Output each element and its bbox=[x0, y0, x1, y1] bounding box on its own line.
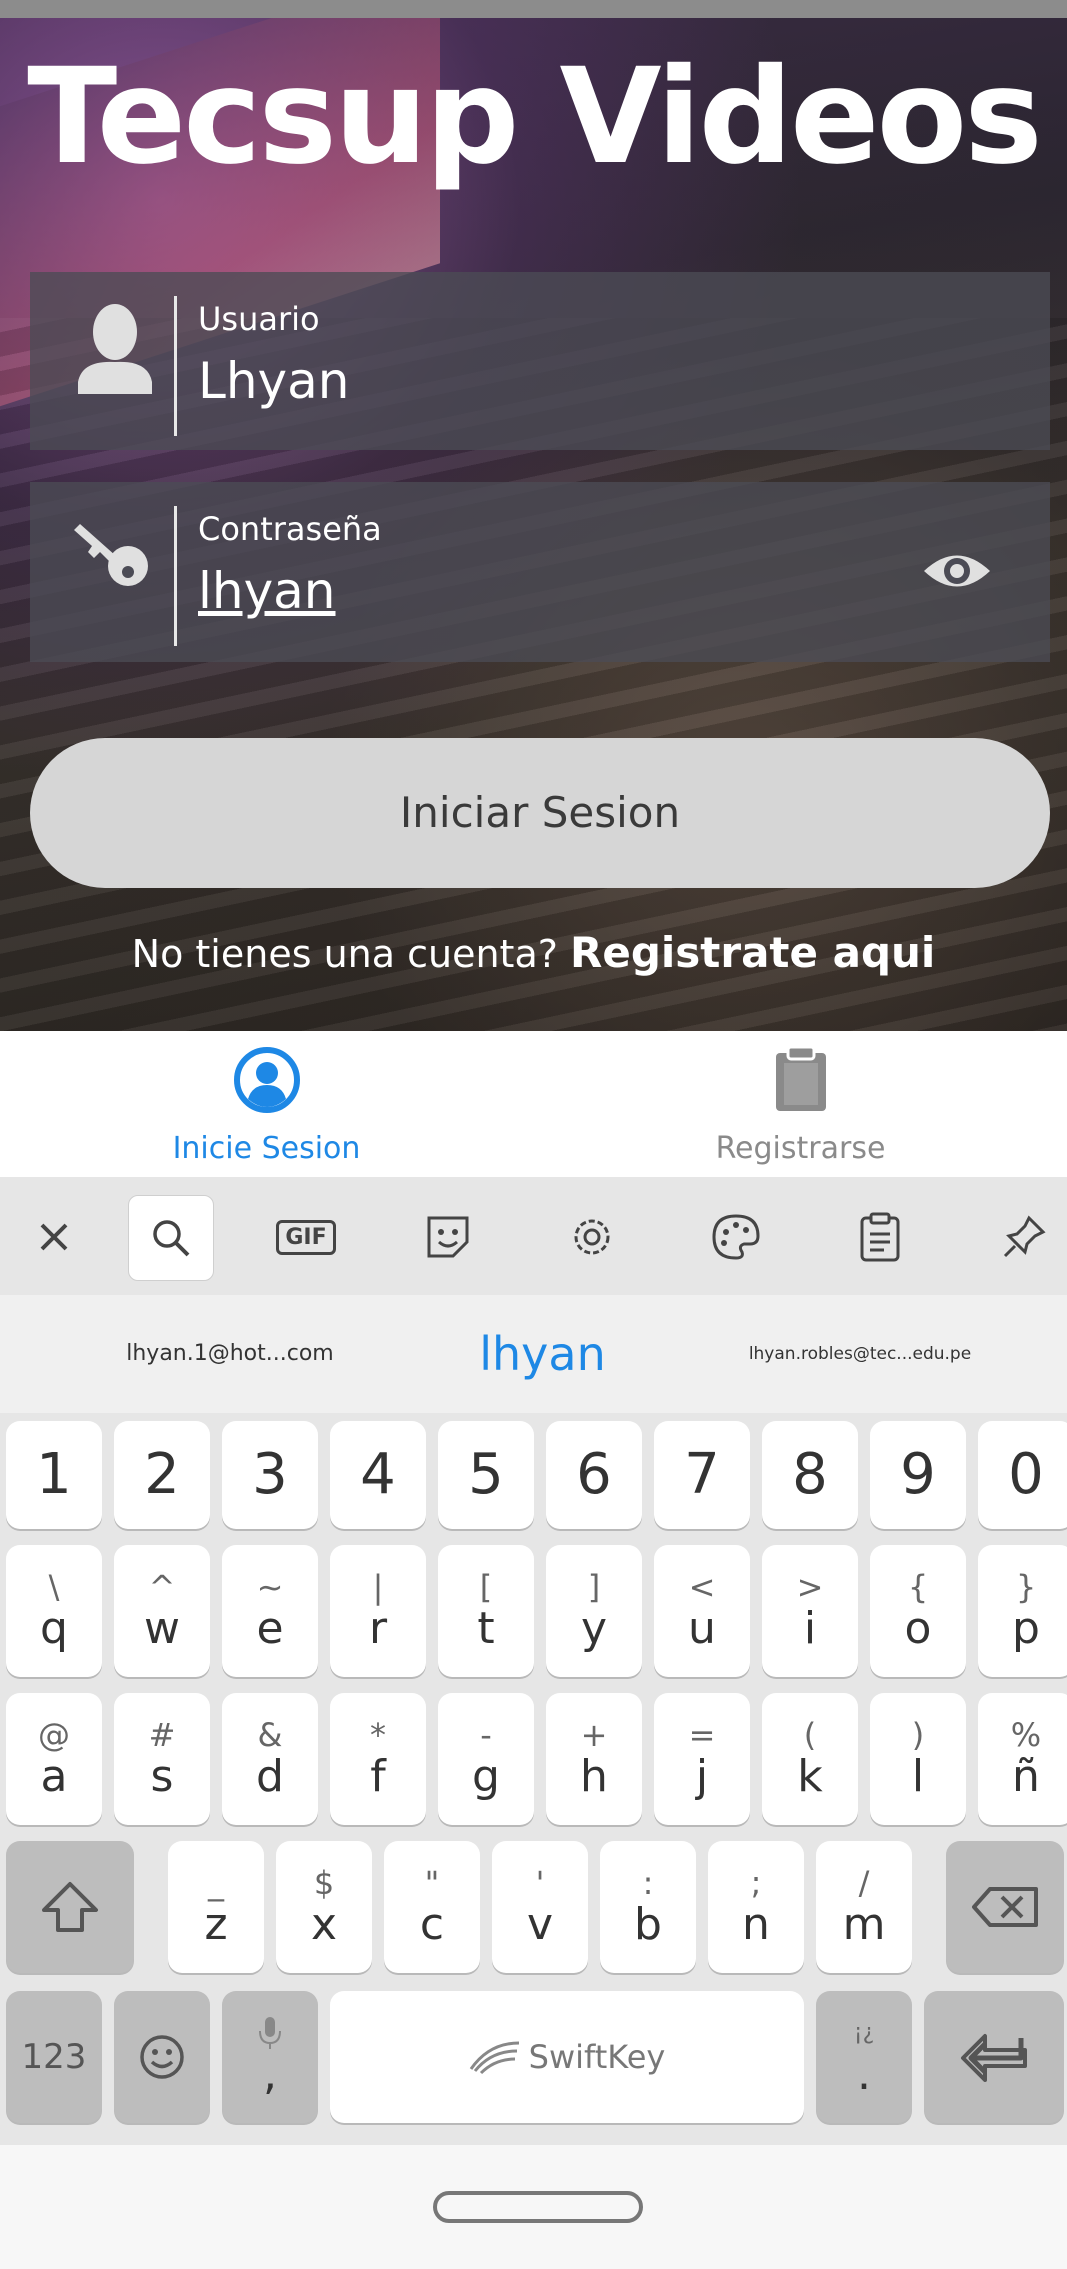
tab-login[interactable]: Inicie Sesion bbox=[0, 1031, 533, 1177]
key-l[interactable]: ) l bbox=[870, 1693, 966, 1825]
key-z[interactable]: _ z bbox=[168, 1841, 264, 1973]
swiftkey-logo-icon bbox=[469, 2041, 519, 2075]
key-w[interactable]: ^ w bbox=[114, 1545, 210, 1677]
period-key[interactable]: ¡¿. bbox=[816, 1991, 912, 2123]
key-k[interactable]: (k bbox=[762, 1693, 858, 1825]
key-f[interactable]: * f bbox=[330, 1693, 426, 1825]
space-key[interactable]: SwiftKey bbox=[330, 1991, 804, 2123]
suggestion-center[interactable]: lhyan bbox=[400, 1295, 685, 1413]
system-nav-bar bbox=[0, 2145, 1067, 2269]
keyboard: 1 2 3 4 5 6 7 8 9 0 \ q ^ w ~ e | r [t ] y < u… bbox=[0, 1413, 1067, 2145]
shift-icon bbox=[42, 1882, 98, 1932]
key-o[interactable]: {o bbox=[870, 1545, 966, 1677]
status-bar bbox=[0, 0, 1067, 18]
key-x[interactable]: $ x bbox=[276, 1841, 372, 1973]
key-icon bbox=[70, 510, 160, 620]
app-title: Tecsup Videos bbox=[27, 40, 1043, 194]
suggestion-bar: lhyan.1@hot...com lhyan lhyan.robles@tec… bbox=[0, 1295, 1067, 1413]
register-link[interactable]: Registrate aqui bbox=[570, 928, 935, 977]
username-label: Usuario bbox=[198, 300, 320, 338]
key-2[interactable]: 2 bbox=[114, 1421, 210, 1529]
smiley-icon bbox=[140, 2035, 184, 2079]
gear-icon[interactable] bbox=[550, 1195, 634, 1279]
no-account-text: No tienes una cuenta? bbox=[131, 932, 558, 976]
backspace-icon bbox=[972, 1887, 1038, 1927]
keyboard-toolbar: GIF bbox=[0, 1177, 1067, 1295]
key-g[interactable]: -g bbox=[438, 1693, 534, 1825]
key-d[interactable]: & d bbox=[222, 1693, 318, 1825]
key-8[interactable]: 8 bbox=[762, 1421, 858, 1529]
sticker-icon[interactable] bbox=[406, 1195, 490, 1279]
password-label: Contraseña bbox=[198, 510, 382, 548]
key-u[interactable]: < u bbox=[654, 1545, 750, 1677]
gif-icon[interactable]: GIF bbox=[264, 1195, 348, 1279]
key-m[interactable]: / m bbox=[816, 1841, 912, 1973]
clipboard-icon[interactable] bbox=[838, 1195, 922, 1279]
key-q[interactable]: \ q bbox=[6, 1545, 102, 1677]
key-y[interactable]: ] y bbox=[546, 1545, 642, 1677]
pin-icon[interactable] bbox=[982, 1195, 1066, 1279]
key-9[interactable]: 9 bbox=[870, 1421, 966, 1529]
register-prompt: No tienes una cuenta? Registrate aqui bbox=[0, 928, 1067, 977]
key-v[interactable]: ' v bbox=[492, 1841, 588, 1973]
suggestion-left[interactable]: lhyan.1@hot...com bbox=[60, 1295, 400, 1413]
key-0[interactable]: 0 bbox=[978, 1421, 1067, 1529]
enter-key[interactable] bbox=[924, 1991, 1064, 2123]
search-icon[interactable] bbox=[128, 1195, 214, 1281]
password-field[interactable]: Contraseña lhyan bbox=[30, 482, 1050, 662]
field-divider bbox=[174, 506, 177, 646]
key-r[interactable]: | r bbox=[330, 1545, 426, 1677]
key-6[interactable]: 6 bbox=[546, 1421, 642, 1529]
key-p[interactable]: } p bbox=[978, 1545, 1067, 1677]
clipboard-icon bbox=[766, 1045, 836, 1115]
home-indicator[interactable] bbox=[433, 2191, 643, 2223]
tab-register-label: Registrarse bbox=[715, 1131, 886, 1166]
palette-icon[interactable] bbox=[694, 1195, 778, 1279]
user-icon bbox=[70, 300, 160, 410]
key-n[interactable]: ; n bbox=[708, 1841, 804, 1973]
key-3[interactable]: 3 bbox=[222, 1421, 318, 1529]
key-4[interactable]: 4 bbox=[330, 1421, 426, 1529]
close-icon[interactable] bbox=[12, 1195, 96, 1279]
username-field[interactable]: Usuario Lhyan bbox=[30, 272, 1050, 450]
key-a[interactable]: @ a bbox=[6, 1693, 102, 1825]
microphone-icon bbox=[259, 2017, 281, 2049]
shift-key[interactable] bbox=[6, 1841, 134, 1973]
gif-label: GIF bbox=[276, 1219, 336, 1255]
field-divider bbox=[174, 296, 177, 436]
key-1[interactable]: 1 bbox=[6, 1421, 102, 1529]
key-s[interactable]: # s bbox=[114, 1693, 210, 1825]
username-input[interactable]: Lhyan bbox=[198, 352, 349, 410]
key-e[interactable]: ~ e bbox=[222, 1545, 318, 1677]
emoji-key[interactable] bbox=[114, 1991, 210, 2123]
eye-icon[interactable] bbox=[922, 548, 992, 594]
key-j[interactable]: = j bbox=[654, 1693, 750, 1825]
enter-icon bbox=[961, 2034, 1027, 2082]
tab-login-label: Inicie Sesion bbox=[172, 1131, 361, 1166]
login-button[interactable]: Iniciar Sesion bbox=[30, 738, 1050, 888]
suggestion-right[interactable]: lhyan.robles@tec...edu.pe bbox=[690, 1295, 1030, 1413]
key-7[interactable]: 7 bbox=[654, 1421, 750, 1529]
password-input[interactable]: lhyan bbox=[198, 562, 336, 620]
key-t[interactable]: [t bbox=[438, 1545, 534, 1677]
key-i[interactable]: > i bbox=[762, 1545, 858, 1677]
key-h[interactable]: + h bbox=[546, 1693, 642, 1825]
key-b[interactable]: :b bbox=[600, 1841, 696, 1973]
key-5[interactable]: 5 bbox=[438, 1421, 534, 1529]
comma-key[interactable]: , bbox=[222, 1991, 318, 2123]
key-n-tilde[interactable]: % ñ bbox=[978, 1693, 1067, 1825]
swiftkey-brand: SwiftKey bbox=[469, 2038, 665, 2076]
backspace-key[interactable] bbox=[946, 1841, 1064, 1973]
key-c[interactable]: " c bbox=[384, 1841, 480, 1973]
bottom-navigation: Inicie Sesion Registrarse bbox=[0, 1031, 1067, 1177]
symbols-key[interactable]: 123 bbox=[6, 1991, 102, 2123]
tab-register[interactable]: Registrarse bbox=[534, 1031, 1067, 1177]
account-circle-icon bbox=[232, 1045, 302, 1115]
